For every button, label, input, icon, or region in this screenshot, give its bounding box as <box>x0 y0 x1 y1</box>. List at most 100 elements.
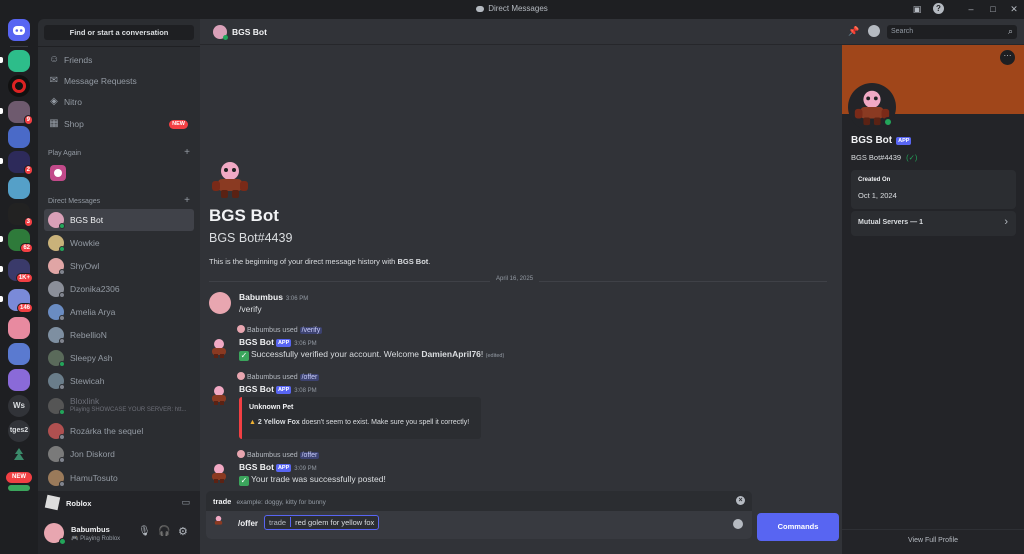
bot-avatar-large <box>212 162 248 198</box>
maximize-button[interactable]: □ <box>987 3 999 15</box>
profile-tag: BGS Bot#4439 (✓) <box>851 153 918 162</box>
server-icon-ws[interactable]: Ws <box>8 395 30 417</box>
headphones-icon[interactable]: 🎧 <box>158 526 170 537</box>
settings-gear-icon[interactable]: ⚙ <box>178 525 188 538</box>
friends-icon: ☺ <box>49 54 60 65</box>
option-value: red golem for yellow fox <box>295 518 375 527</box>
profile-footer-divider <box>842 529 1024 530</box>
command-name: /offer <box>238 519 258 528</box>
commands-button[interactable]: Commands <box>757 513 839 541</box>
message-input[interactable]: /offer trade red golem for yellow fox <box>206 511 752 539</box>
nitro-icon: ◈ <box>50 96 58 107</box>
status-offline-icon <box>59 457 65 463</box>
minimize-button[interactable]: – <box>965 3 977 15</box>
dm-item[interactable]: Rozárka the sequel <box>44 420 194 442</box>
intro-name: BGS Bot <box>209 206 279 225</box>
server-icon[interactable] <box>8 343 30 365</box>
dm-item[interactable]: Sleepy Ash <box>44 347 194 369</box>
status-online-icon <box>59 361 65 367</box>
nav-message-requests[interactable]: ✉ Message Requests <box>44 71 194 91</box>
microphone-icon[interactable]: 🎙 <box>138 526 151 537</box>
dm-item[interactable]: ShyOwl <box>44 255 194 277</box>
window-title: Direct Messages <box>0 4 1024 13</box>
bot-avatar[interactable] <box>207 461 231 485</box>
status-offline-icon <box>59 338 65 344</box>
server-icon[interactable]: 9 <box>8 101 33 125</box>
user-name: Babumbus <box>71 525 110 534</box>
server-icon[interactable] <box>8 369 30 391</box>
status-online-icon <box>223 35 228 40</box>
server-icon[interactable] <box>8 445 30 467</box>
status-online-icon <box>59 409 65 415</box>
bot-icon <box>213 515 224 526</box>
search-input[interactable]: Search ⌕ <box>887 25 1017 39</box>
command-mention[interactable]: /verify <box>299 327 323 334</box>
command-mention[interactable]: /offer <box>299 374 320 381</box>
server-icon-tges2[interactable]: tges2 <box>8 420 30 442</box>
help-icon[interactable]: ? <box>933 3 944 14</box>
server-icon[interactable] <box>8 126 30 148</box>
message-text: ✓ Your trade was successfully posted! <box>239 474 386 486</box>
status-online-icon <box>59 538 66 545</box>
server-icon[interactable]: 146 <box>8 289 33 313</box>
discord-logo-icon <box>476 5 485 12</box>
mutual-servers-button[interactable]: Mutual Servers — 1 › <box>851 211 1016 236</box>
create-dm-icon[interactable]: + <box>184 195 190 206</box>
pin-icon[interactable]: 📌 <box>848 26 859 37</box>
command-mention[interactable]: /offer <box>299 452 320 459</box>
game-icon[interactable] <box>50 165 66 181</box>
user-panel: Babumbus 🎮 Playing Roblox 🎙 🎧 ⚙ <box>38 515 200 554</box>
nav-nitro[interactable]: ◈ Nitro <box>44 92 194 112</box>
add-friend-icon[interactable] <box>868 25 880 37</box>
dm-item[interactable]: Wowkie <box>44 232 194 254</box>
find-conversation-button[interactable]: Find or start a conversation <box>44 25 194 40</box>
dm-item[interactable]: BGS Bot <box>44 209 194 231</box>
server-icon[interactable] <box>8 317 30 339</box>
profile-name-row: BGS Bot APP <box>851 135 912 146</box>
more-options-icon[interactable]: ··· <box>1000 50 1015 65</box>
screen-share-icon[interactable]: ▣ <box>911 3 923 15</box>
dm-item[interactable]: Bloxlink Playing SHOWCASE YOUR SERVER: ht… <box>44 395 194 417</box>
server-icon[interactable] <box>8 50 30 72</box>
dm-item[interactable]: Jon Diskord <box>44 443 194 465</box>
close-hint-icon[interactable]: × <box>736 496 745 505</box>
server-icon[interactable]: 3 <box>8 203 33 227</box>
bot-avatar[interactable] <box>207 336 231 360</box>
unread-pill <box>0 57 3 63</box>
server-icon[interactable] <box>8 75 30 97</box>
nav-shop[interactable]: ▦ Shop NEW <box>44 114 194 134</box>
emoji-icon[interactable] <box>733 519 743 529</box>
checkmark-icon: ✓ <box>239 351 249 361</box>
status-offline-icon <box>59 434 65 440</box>
dm-home-button[interactable] <box>8 19 30 41</box>
unread-pill <box>0 266 3 272</box>
command-option-field[interactable]: trade red golem for yellow fox <box>264 515 380 530</box>
message-text: /verify <box>239 304 262 314</box>
sidebar-divider <box>38 46 200 47</box>
dm-item[interactable]: Stewicah <box>44 370 194 392</box>
status-offline-icon <box>59 384 65 390</box>
nav-friends[interactable]: ☺ Friends <box>44 50 194 70</box>
dm-item[interactable]: Dzonika2306 <box>44 278 194 300</box>
dm-item[interactable]: Amelia Arya <box>44 301 194 323</box>
status-offline-icon <box>59 481 65 487</box>
dm-item[interactable]: HamuTosuto <box>44 467 194 489</box>
server-icon[interactable]: 2 <box>8 151 33 175</box>
user-avatar <box>237 325 245 333</box>
message-header: BGS Bot APP 3:08 PM <box>239 384 317 394</box>
server-icon[interactable]: 62 <box>8 229 33 253</box>
command-reply-header: Babumbus used /offer <box>237 372 320 381</box>
message-header: BGS Bot APP 3:06 PM <box>239 337 317 347</box>
activity-settings-icon[interactable]: ▭ <box>181 497 190 508</box>
view-full-profile-link[interactable]: View Full Profile <box>842 537 1024 544</box>
add-server-button[interactable] <box>8 485 30 491</box>
bot-avatar[interactable] <box>207 383 231 407</box>
close-button[interactable]: ✕ <box>1008 3 1020 15</box>
user-avatar[interactable] <box>209 292 231 314</box>
server-icon[interactable] <box>8 177 30 199</box>
composer-container: trade example: doggy, kitty for bunny × … <box>206 491 752 539</box>
dm-item[interactable]: RebellioN <box>44 324 194 346</box>
server-icon[interactable]: 1K+ <box>8 259 33 283</box>
add-icon[interactable]: + <box>184 147 190 158</box>
error-embed: Unknown Pet ▲ 2 Yellow Fox doesn't seem … <box>239 397 481 439</box>
